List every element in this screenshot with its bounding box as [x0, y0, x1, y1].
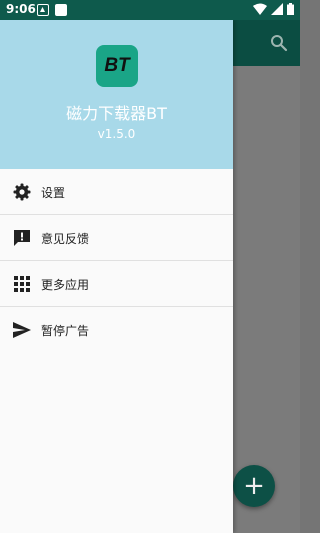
send-icon — [13, 321, 31, 339]
drawer-menu: 设置 意见反馈 更多应用 暂停广告 — [0, 169, 233, 353]
menu-item-more-apps[interactable]: 更多应用 — [0, 261, 233, 307]
menu-item-label: 更多应用 — [41, 278, 90, 292]
status-time: 9:06 — [6, 2, 36, 16]
app-logo: BT — [96, 45, 138, 87]
status-bar: 9:06 — [0, 0, 300, 20]
plus-icon: + — [243, 471, 265, 501]
signal-icon — [271, 3, 283, 15]
menu-item-feedback[interactable]: 意见反馈 — [0, 215, 233, 261]
menu-item-label: 暂停广告 — [41, 324, 90, 338]
gear-icon — [13, 183, 31, 201]
menu-item-label: 设置 — [41, 186, 66, 200]
add-fab-button[interactable]: + — [233, 465, 275, 507]
battery-icon — [287, 3, 294, 15]
menu-item-pause-ads[interactable]: 暂停广告 — [0, 307, 233, 353]
search-icon[interactable] — [270, 34, 288, 56]
app-name: 磁力下载器BT — [66, 104, 167, 123]
feedback-icon — [13, 229, 31, 247]
wifi-icon — [253, 3, 267, 15]
drawer-header: BT 磁力下载器BT v1.5.0 — [0, 20, 233, 169]
notification-square-icon — [55, 4, 67, 16]
menu-item-settings[interactable]: 设置 — [0, 169, 233, 215]
navigation-drawer: BT 磁力下载器BT v1.5.0 设置 意见反馈 更多应用 暂停广告 — [0, 20, 233, 533]
menu-item-label: 意见反馈 — [41, 232, 90, 246]
app-logo-text: BT — [104, 55, 130, 76]
app-version: v1.5.0 — [97, 127, 136, 141]
notification-icon — [37, 4, 49, 16]
apps-grid-icon — [13, 275, 31, 293]
